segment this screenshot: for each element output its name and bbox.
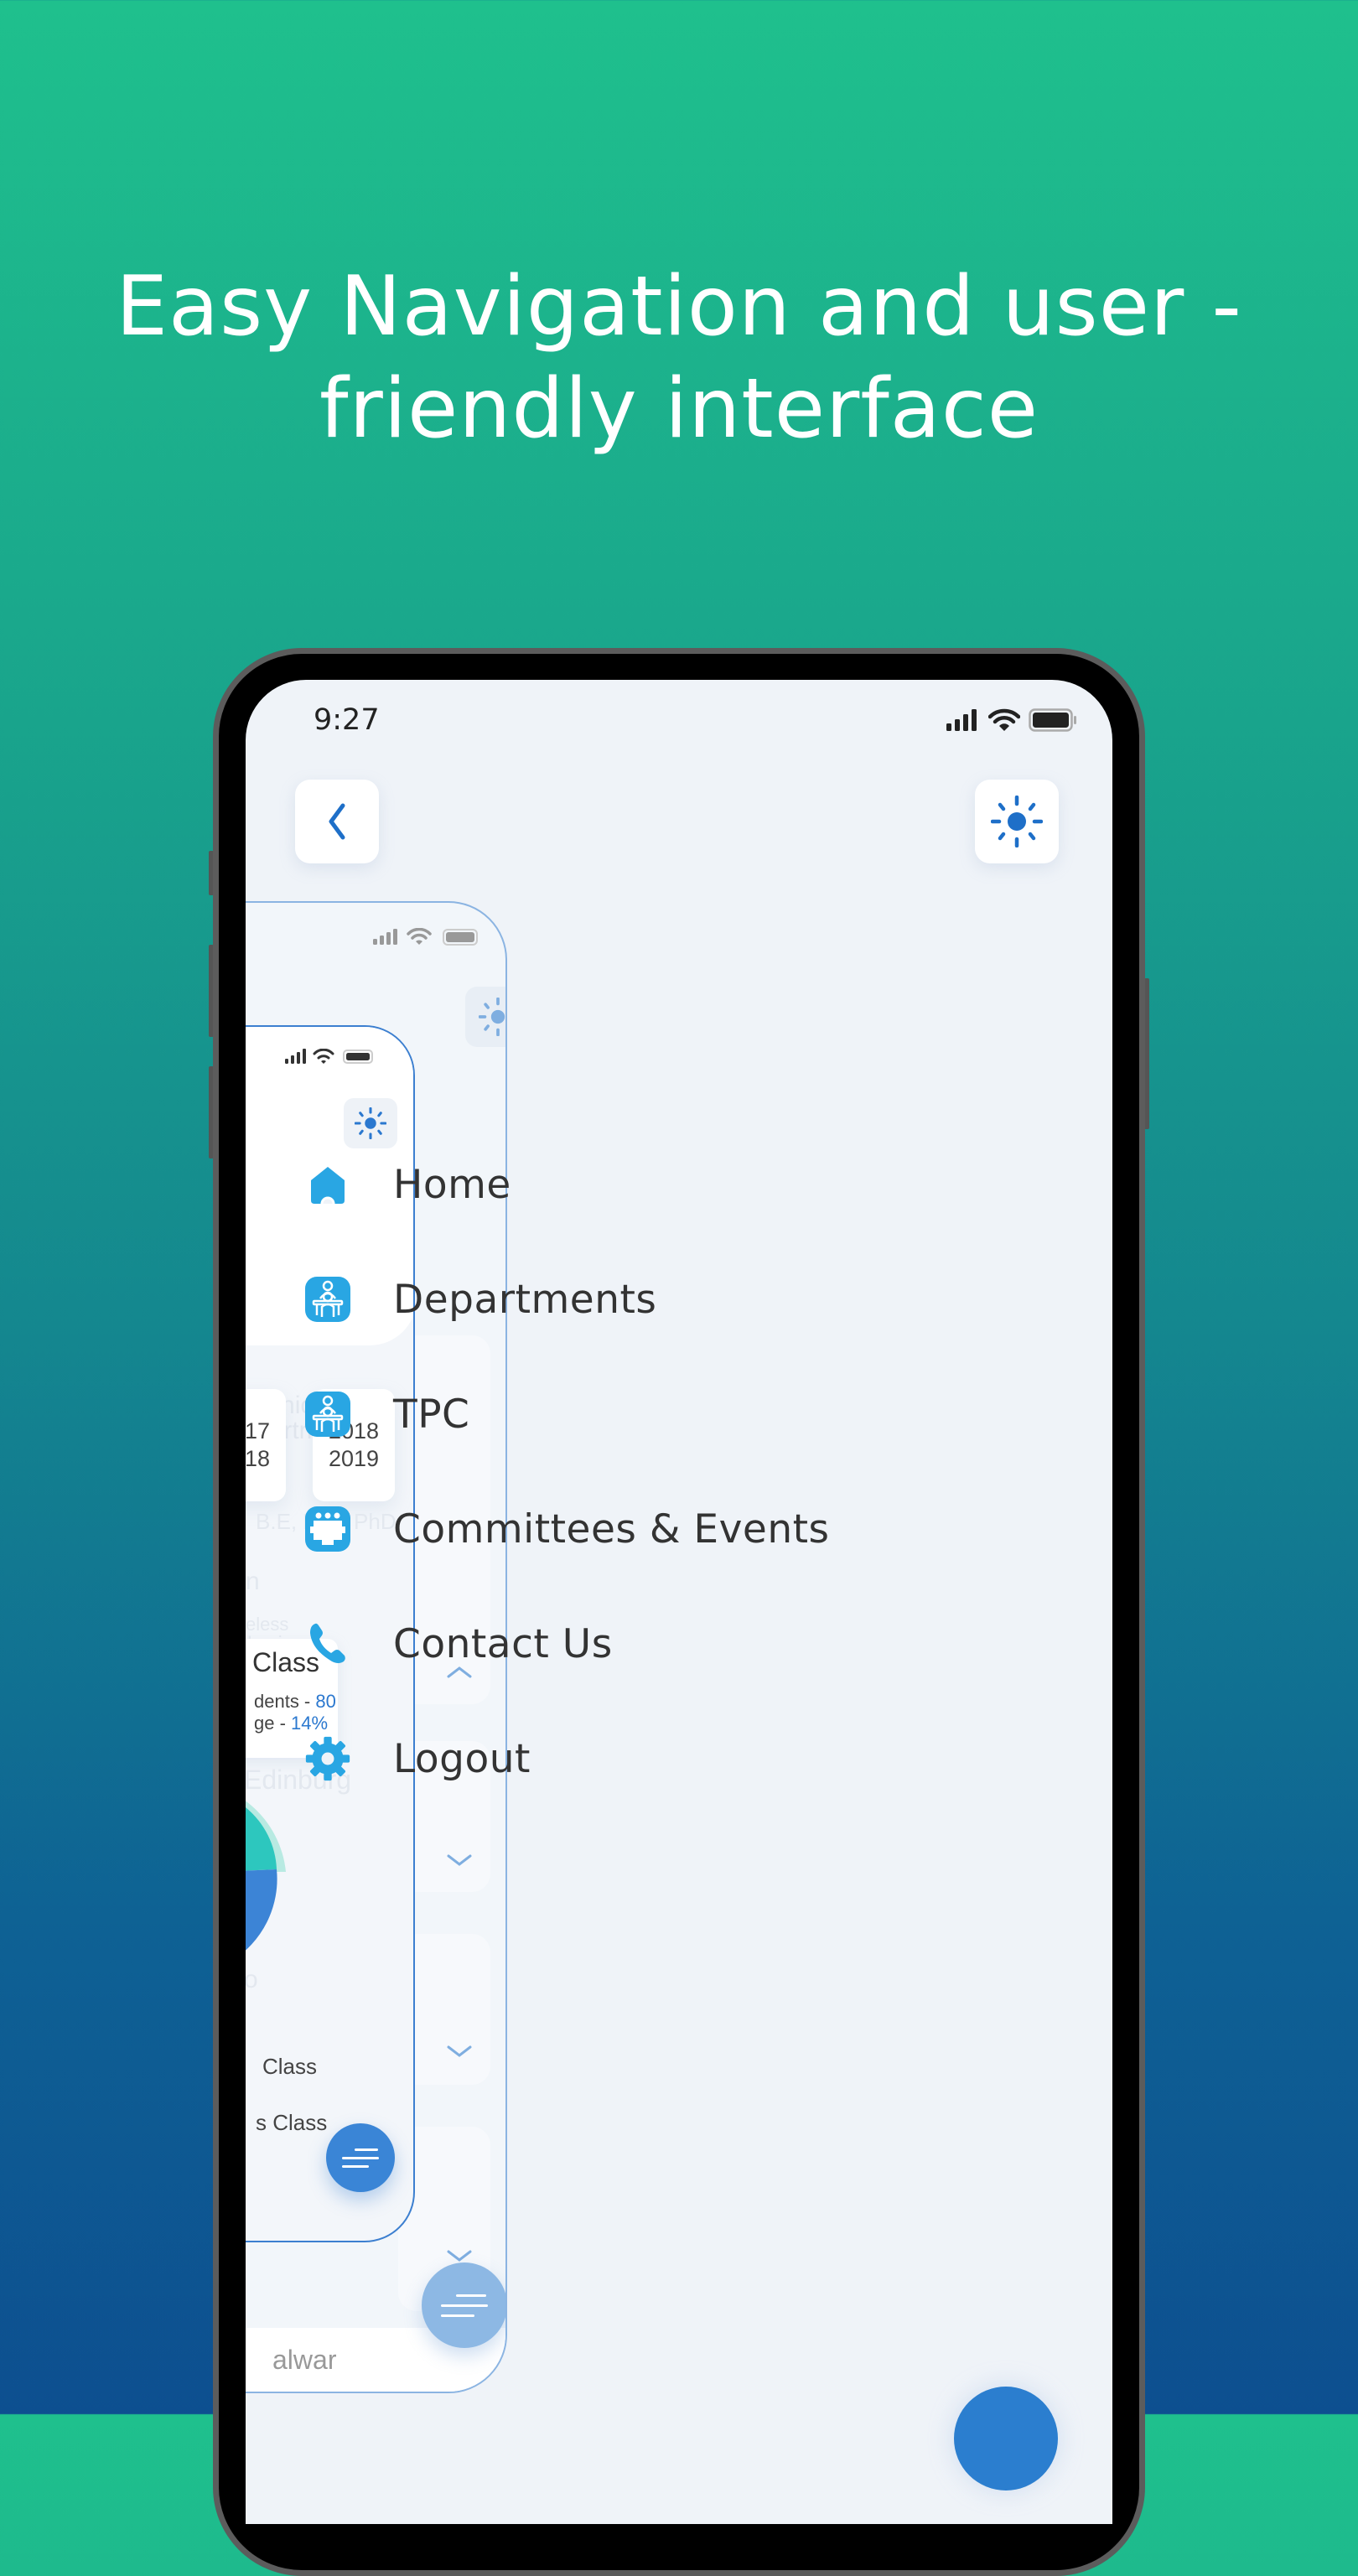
- menu-item-tpc[interactable]: TPC: [304, 1374, 469, 1454]
- headline-line-1: Easy Navigation and user -: [116, 259, 1242, 355]
- menu-item-home[interactable]: Home: [304, 1144, 511, 1225]
- classroom-icon: [304, 1276, 351, 1323]
- preview-theme-button: [465, 987, 505, 1047]
- preview-menu-button: [422, 2262, 505, 2348]
- chevron-down-icon: [447, 1854, 472, 1866]
- cellular-signal-icon: [946, 709, 977, 731]
- preview-status-icons: [285, 1049, 373, 1064]
- menu-item-committees-events[interactable]: Committees & Events: [304, 1489, 830, 1569]
- phone-icon: [304, 1620, 351, 1667]
- home-icon: [304, 1161, 351, 1208]
- headline: Easy Navigation and user - friendly inte…: [0, 256, 1358, 460]
- menu-item-label: TPC: [393, 1391, 470, 1438]
- menu-item-label: Contact Us: [393, 1620, 613, 1667]
- legend-item: Class: [262, 2054, 318, 2079]
- preview-ghost-location: alwar: [272, 2345, 337, 2375]
- menu-item-contact-us[interactable]: Contact Us: [304, 1604, 613, 1684]
- sun-icon: [991, 796, 1043, 847]
- status-time: 9:27: [314, 703, 380, 737]
- preview-theme-button: [344, 1098, 397, 1148]
- meeting-icon: [304, 1506, 351, 1552]
- menu-item-label: Committees & Events: [393, 1506, 830, 1552]
- sun-icon: [355, 1107, 386, 1139]
- preview-status-icons: [373, 928, 478, 946]
- chevron-down-icon: [447, 2250, 472, 2262]
- year-card: 2017 2018: [246, 1389, 286, 1501]
- pie-slice-blue: [246, 1869, 277, 1951]
- class-card-students: dents - 80: [254, 1691, 336, 1712]
- legend-item: s Class: [256, 2110, 328, 2135]
- phone-screen: 9:27 alwar tronics & 17 18 2018 2019 B.E…: [246, 680, 1112, 2524]
- pie-chart: [246, 1801, 286, 1951]
- headline-line-2: friendly interface: [319, 361, 1039, 457]
- ghost-text: o: [246, 1966, 258, 1994]
- battery-icon: [1029, 708, 1076, 732]
- classroom-icon: [304, 1391, 351, 1438]
- menu-item-logout[interactable]: Logout: [304, 1718, 531, 1799]
- menu-item-departments[interactable]: Departments: [304, 1259, 656, 1340]
- chevron-left-icon: [329, 803, 345, 840]
- menu-item-label: Logout: [393, 1735, 531, 1782]
- chevron-down-icon: [447, 2045, 472, 2057]
- menu-item-label: Home: [393, 1161, 511, 1208]
- gear-icon: [304, 1735, 351, 1782]
- wifi-icon: [988, 708, 1020, 731]
- back-button[interactable]: [295, 780, 379, 863]
- menu-item-label: Departments: [393, 1276, 657, 1323]
- menu-fab-button[interactable]: [954, 2387, 1058, 2490]
- sun-icon: [479, 998, 505, 1036]
- theme-toggle-button[interactable]: [975, 780, 1059, 863]
- ghost-text: n: [246, 1568, 260, 1595]
- status-icons: [946, 708, 1077, 732]
- preview-menu-button: [326, 2123, 395, 2192]
